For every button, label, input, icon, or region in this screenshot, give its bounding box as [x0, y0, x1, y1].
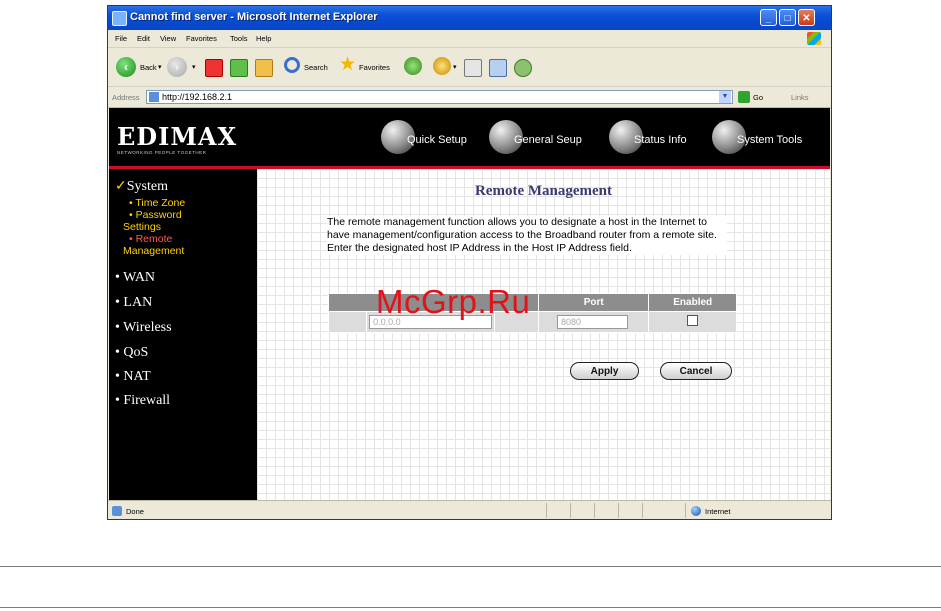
sidebar-item-firewall[interactable]: • Firewall [115, 393, 170, 409]
menu-view[interactable]: View [160, 34, 176, 43]
port-header: Port [537, 293, 650, 312]
sidebar-item-password-settings[interactable]: Settings [123, 221, 161, 233]
sidebar: ✓System • Time Zone • Password Settings … [109, 169, 257, 500]
enabled-header: Enabled [648, 293, 737, 312]
divider-line [0, 607, 941, 608]
go-button[interactable]: Go [753, 93, 763, 102]
messenger-icon[interactable] [514, 59, 532, 77]
print-icon[interactable] [464, 59, 482, 77]
address-label: Address [112, 93, 140, 102]
page-title: Remote Management [474, 183, 613, 199]
menu-edit[interactable]: Edit [137, 34, 150, 43]
logo-tagline: NETWORKING PEOPLE TOGETHER [117, 150, 207, 155]
status-divider [546, 503, 547, 518]
forward-dropdown-icon[interactable]: ▾ [192, 63, 196, 71]
nav-status-info[interactable]: Status Info [634, 134, 687, 146]
status-divider [594, 503, 595, 518]
window-title: Cannot find server - Microsoft Internet … [130, 11, 378, 23]
edit-icon[interactable] [489, 59, 507, 77]
nav-system-tools[interactable]: System Tools [737, 134, 802, 146]
media-icon[interactable] [404, 57, 422, 75]
sidebar-item-password[interactable]: • Password [129, 209, 182, 221]
minimize-button[interactable]: _ [760, 9, 777, 26]
page-description: The remote management function allows yo… [327, 216, 727, 255]
status-text: Done [126, 507, 144, 516]
watermark: McGrp.Ru [376, 283, 531, 320]
address-dropdown-icon[interactable]: ▼ [719, 91, 731, 103]
browser-window: Cannot find server - Microsoft Internet … [107, 5, 832, 520]
enabled-cell [648, 311, 737, 333]
check-icon: ✓ [115, 179, 127, 194]
table-cell-spacer [327, 311, 368, 333]
sidebar-item-nat[interactable]: • NAT [115, 369, 151, 385]
sidebar-item-wan[interactable]: • WAN [115, 270, 155, 286]
menu-help[interactable]: Help [256, 34, 271, 43]
enabled-checkbox[interactable] [687, 315, 699, 326]
sidebar-item-time-zone[interactable]: • Time Zone [129, 197, 185, 209]
page-done-icon [112, 506, 122, 516]
port-cell: 8080 [537, 311, 650, 333]
ie-icon [112, 11, 127, 26]
forward-arrow-icon[interactable]: › [167, 57, 187, 77]
page-icon [149, 92, 159, 102]
main-panel: Remote Management The remote management … [257, 169, 830, 500]
internet-zone-icon [691, 506, 701, 516]
status-bar: Done Internet [108, 500, 831, 519]
nav-quick-setup[interactable]: Quick Setup [407, 134, 467, 146]
go-arrow-icon[interactable] [738, 91, 750, 103]
back-arrow-icon[interactable]: ‹ [116, 57, 136, 77]
back-dropdown-icon[interactable]: ▾ [158, 63, 162, 71]
menu-tools[interactable]: Tools [230, 34, 248, 43]
favorites-star-icon[interactable]: ★ [339, 53, 356, 76]
address-input[interactable]: http://192.168.2.1 [146, 90, 733, 104]
sidebar-item-remote[interactable]: • Remote [129, 233, 172, 245]
stop-icon[interactable] [205, 59, 223, 77]
status-divider [685, 503, 686, 518]
maximize-button[interactable]: □ [779, 9, 796, 26]
divider-line [0, 566, 941, 567]
favorites-label[interactable]: Favorites [359, 63, 390, 72]
title-bar[interactable]: Cannot find server - Microsoft Internet … [108, 6, 831, 30]
toolbar: ‹ Back ▾ › ▾ Search ★ Favorites ▾ [108, 48, 831, 87]
router-header: EDIMAX NETWORKING PEOPLE TOGETHER Quick … [109, 108, 830, 169]
menu-file[interactable]: File [115, 34, 127, 43]
close-button[interactable]: ✕ [798, 9, 815, 26]
port-input[interactable]: 8080 [556, 315, 629, 329]
status-divider [618, 503, 619, 518]
edimax-logo: EDIMAX [117, 122, 238, 151]
sidebar-item-lan[interactable]: • LAN [115, 295, 152, 311]
sidebar-item-qos[interactable]: • QoS [115, 345, 148, 361]
address-bar: Address http://192.168.2.1 ▼ Go Links [108, 87, 831, 108]
links-button[interactable]: Links [791, 93, 809, 102]
refresh-icon[interactable] [230, 59, 248, 77]
windows-flag-icon [807, 32, 821, 45]
menu-favorites[interactable]: Favorites [186, 34, 217, 43]
cancel-button[interactable]: Cancel [660, 362, 732, 380]
search-icon[interactable] [284, 57, 300, 73]
history-icon[interactable] [433, 57, 451, 75]
sidebar-item-system[interactable]: ✓System [115, 178, 168, 195]
status-divider [570, 503, 571, 518]
status-divider [642, 503, 643, 518]
history-dropdown-icon[interactable]: ▾ [453, 63, 457, 71]
sidebar-item-remote-management[interactable]: Management [123, 245, 184, 257]
address-url: http://192.168.2.1 [162, 92, 233, 102]
nav-general-setup[interactable]: General Seup [514, 134, 582, 146]
sidebar-item-wireless[interactable]: • Wireless [115, 320, 172, 336]
home-icon[interactable] [255, 59, 273, 77]
zone-text: Internet [705, 507, 731, 516]
menu-bar: File Edit View Favorites Tools Help [108, 30, 831, 48]
back-label[interactable]: Back [140, 63, 157, 72]
apply-button[interactable]: Apply [570, 362, 639, 380]
search-label[interactable]: Search [304, 63, 328, 72]
